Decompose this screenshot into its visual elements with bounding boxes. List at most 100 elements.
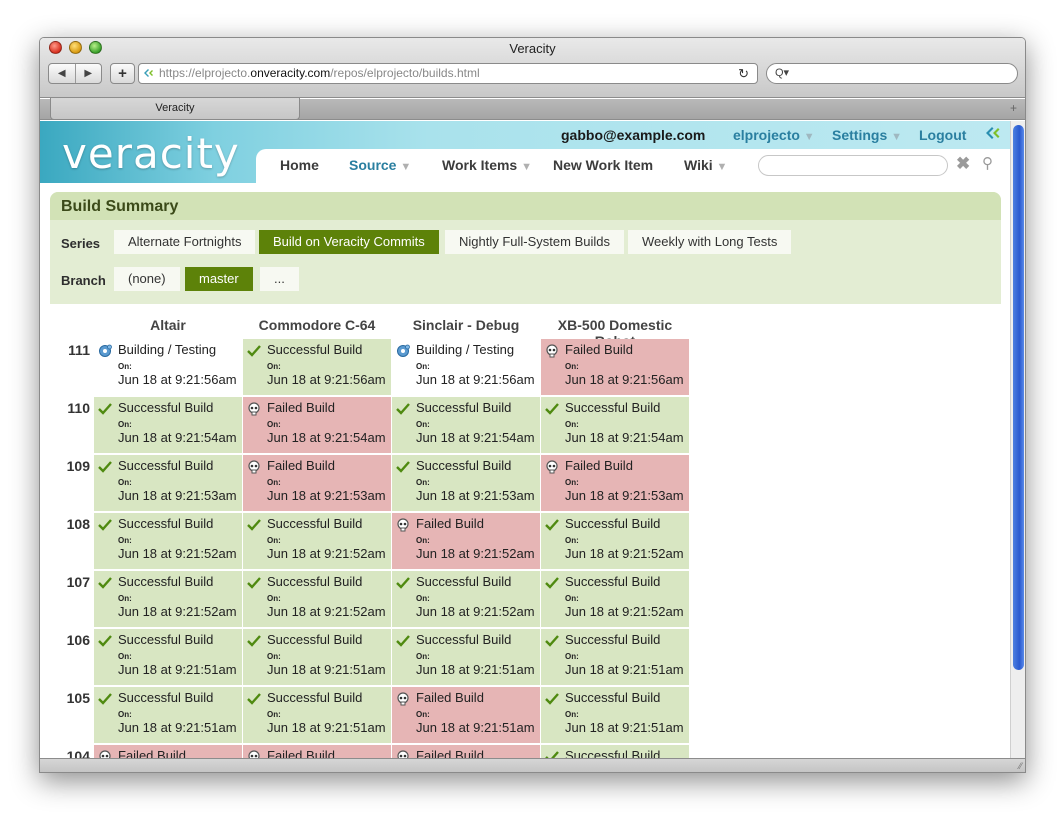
on-label: On:	[118, 478, 132, 487]
branch-chip-master[interactable]: master	[185, 267, 253, 291]
forward-button[interactable]: ▶	[76, 64, 102, 83]
build-status: Successful Build	[267, 516, 363, 531]
column-header[interactable]: Sinclair - Debug	[392, 317, 540, 335]
build-cell[interactable]: Successful Build On: Jun 18 at 9:21:54am	[541, 397, 689, 453]
build-number[interactable]: 104	[50, 748, 90, 758]
build-cell[interactable]: Successful Build On: Jun 18 at 9:21:52am	[541, 571, 689, 627]
column-header[interactable]: Altair	[94, 317, 242, 335]
add-bookmark-button[interactable]: +	[110, 63, 135, 84]
series-chip-alternate-fortnights[interactable]: Alternate Fortnights	[114, 230, 256, 254]
build-cell[interactable]: Successful Build On: Jun 18 at 9:21:51am	[94, 687, 242, 743]
column-header[interactable]: Commodore C-64	[243, 317, 391, 335]
nav-work-items[interactable]: Work Items ▼	[442, 157, 532, 173]
branch-chip-none[interactable]: (none)	[114, 267, 180, 291]
build-cell[interactable]: Failed Build On: Jun 18 at 9:21:52am	[392, 513, 540, 569]
vertical-scrollbar[interactable]	[1010, 121, 1025, 758]
build-cell[interactable]: Successful Build On: Jun 18 at 9:21:51am	[243, 629, 391, 685]
resize-grip-icon[interactable]: ⁄⁄	[1019, 761, 1022, 771]
on-label: On:	[416, 362, 430, 371]
clear-search-icon[interactable]: ✖	[956, 154, 970, 174]
check-icon	[247, 693, 261, 705]
build-number[interactable]: 108	[50, 516, 90, 532]
build-number[interactable]: 106	[50, 632, 90, 648]
build-number[interactable]: 111	[50, 342, 90, 358]
build-cell[interactable]: Successful Build On: Jun 18 at 9:21:51am	[541, 629, 689, 685]
on-label: On:	[118, 652, 132, 661]
veracity-mark-icon[interactable]	[985, 125, 1001, 141]
build-cell[interactable]: Successful Build On: Jun 18 at 9:21:56am	[243, 339, 391, 395]
veracity-logo[interactable]: veracity	[62, 129, 240, 178]
build-cell[interactable]: Failed Build On: Jun 18 at 9:21:56am	[541, 339, 689, 395]
settings-menu[interactable]: Settings ▼	[832, 127, 902, 143]
nav-new-work-item[interactable]: New Work Item	[553, 157, 653, 173]
on-label: On:	[565, 710, 579, 719]
site-search-input[interactable]	[758, 155, 948, 176]
build-cell[interactable]: Successful Build On: Jun 18 at 9:21:51am	[243, 687, 391, 743]
on-label: On:	[267, 420, 281, 429]
build-number[interactable]: 109	[50, 458, 90, 474]
build-cell[interactable]: Failed BuildOn:	[392, 745, 540, 758]
column-header[interactable]: XB-500 Domestic Robot	[541, 317, 689, 349]
build-cell[interactable]: Failed BuildOn:	[243, 745, 391, 758]
build-cell[interactable]: Successful Build On: Jun 18 at 9:21:53am	[94, 455, 242, 511]
browser-search-field[interactable]: Q▾	[766, 63, 1018, 84]
build-cell[interactable]: Successful Build On: Jun 18 at 9:21:51am	[392, 629, 540, 685]
build-number[interactable]: 105	[50, 690, 90, 706]
on-label: On:	[565, 362, 579, 371]
build-date: Jun 18 at 9:21:52am	[565, 604, 684, 619]
build-cell[interactable]: Successful Build On: Jun 18 at 9:21:52am	[243, 513, 391, 569]
branch-chip-more[interactable]: ...	[260, 267, 299, 291]
nav-source-label: Source	[349, 157, 397, 173]
tab-veracity[interactable]: Veracity	[50, 98, 300, 120]
build-cell[interactable]: Successful BuildOn:	[541, 745, 689, 758]
build-status: Successful Build	[565, 748, 661, 758]
on-label: On:	[118, 536, 132, 545]
build-cell[interactable]: Successful Build On: Jun 18 at 9:21:52am	[392, 571, 540, 627]
build-cell[interactable]: Failed Build On: Jun 18 at 9:21:54am	[243, 397, 391, 453]
build-date: Jun 18 at 9:21:52am	[267, 604, 386, 619]
check-icon	[545, 403, 559, 415]
build-cell[interactable]: Successful Build On: Jun 18 at 9:21:52am	[94, 571, 242, 627]
reload-icon[interactable]: ↻	[738, 64, 749, 83]
build-status: Successful Build	[267, 342, 363, 357]
build-cell[interactable]: Successful Build On: Jun 18 at 9:21:52am	[94, 513, 242, 569]
back-button[interactable]: ◀	[49, 64, 76, 83]
advanced-search-icon[interactable]: ⚲	[982, 154, 993, 172]
build-cell[interactable]: Successful Build On: Jun 18 at 9:21:54am	[94, 397, 242, 453]
nav-home[interactable]: Home	[280, 157, 319, 173]
build-cell[interactable]: Failed Build On: Jun 18 at 9:21:51am	[392, 687, 540, 743]
build-cell[interactable]: Successful Build On: Jun 18 at 9:21:51am	[94, 629, 242, 685]
scrollbar-thumb[interactable]	[1013, 125, 1024, 670]
series-chip-nightly-builds[interactable]: Nightly Full-System Builds	[445, 230, 624, 254]
on-label: On:	[267, 594, 281, 603]
check-icon	[98, 519, 112, 531]
check-icon	[396, 635, 410, 647]
build-cell[interactable]: Failed BuildOn:	[94, 745, 242, 758]
build-cell[interactable]: Successful Build On: Jun 18 at 9:21:51am	[541, 687, 689, 743]
build-cell[interactable]: Successful Build On: Jun 18 at 9:21:54am	[392, 397, 540, 453]
build-cell[interactable]: Building / Testing On: Jun 18 at 9:21:56am	[94, 339, 242, 395]
build-date: Jun 18 at 9:21:54am	[565, 430, 684, 445]
new-tab-icon[interactable]: +	[1010, 101, 1017, 115]
build-cell[interactable]: Successful Build On: Jun 18 at 9:21:52am	[541, 513, 689, 569]
nav-wiki[interactable]: Wiki ▼	[684, 157, 727, 173]
series-chip-weekly-long-tests[interactable]: Weekly with Long Tests	[628, 230, 792, 254]
build-status: Successful Build	[565, 574, 661, 589]
build-cell[interactable]: Building / Testing On: Jun 18 at 9:21:56am	[392, 339, 540, 395]
build-number[interactable]: 110	[50, 400, 90, 416]
history-buttons: ◀ ▶	[48, 63, 102, 84]
build-cell[interactable]: Successful Build On: Jun 18 at 9:21:52am	[243, 571, 391, 627]
build-cell[interactable]: Successful Build On: Jun 18 at 9:21:53am	[392, 455, 540, 511]
build-status: Failed Build	[565, 458, 633, 473]
build-number[interactable]: 107	[50, 574, 90, 590]
build-cell[interactable]: Failed Build On: Jun 18 at 9:21:53am	[541, 455, 689, 511]
repo-menu[interactable]: elprojecto ▼	[733, 127, 815, 143]
series-chip-veracity-commits[interactable]: Build on Veracity Commits	[259, 230, 439, 254]
nav-source[interactable]: Source ▼	[349, 157, 411, 173]
build-date: Jun 18 at 9:21:53am	[267, 488, 386, 503]
check-icon	[98, 693, 112, 705]
address-bar[interactable]: https://elprojecto.onveracity.com/repos/…	[138, 63, 758, 84]
build-cell[interactable]: Failed Build On: Jun 18 at 9:21:53am	[243, 455, 391, 511]
logout-link[interactable]: Logout	[919, 127, 966, 143]
check-icon	[98, 577, 112, 589]
